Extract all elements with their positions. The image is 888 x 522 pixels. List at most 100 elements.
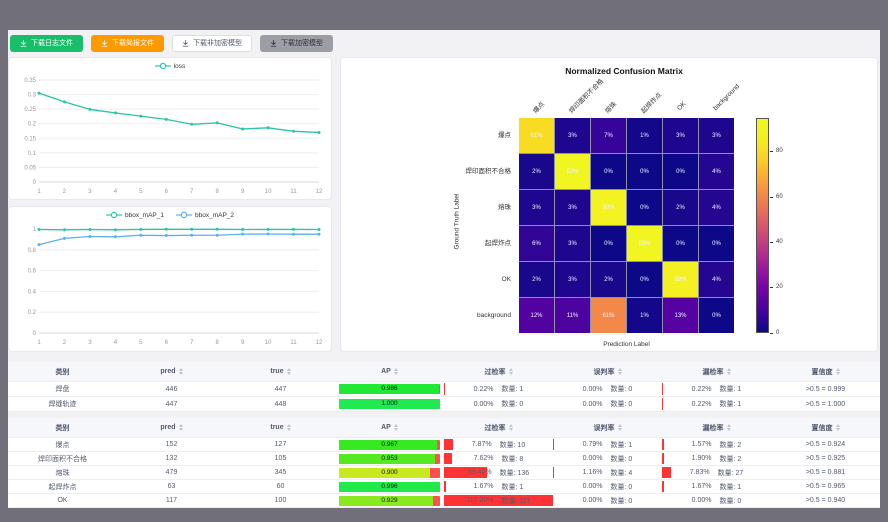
cell-ap: 0.900 [335, 466, 444, 479]
ap-value: 0.986 [339, 384, 440, 394]
col-header-label: 类别 [56, 367, 70, 377]
rate-percent: 0.00% [583, 483, 603, 490]
cell-ap: 0.929 [335, 494, 444, 507]
cell-over-rate: 1.67%数量: 1 [444, 480, 553, 493]
rate-percent: 0.00% [474, 401, 494, 408]
download-brief-file-button[interactable]: 下载简报文件 [91, 35, 164, 52]
col-header-pred[interactable]: pred [117, 362, 226, 381]
svg-text:12: 12 [316, 340, 323, 346]
col-header-ap[interactable]: AP [335, 418, 444, 437]
cell-over-rate: 0.22%数量: 1 [444, 382, 553, 396]
svg-text:8: 8 [216, 340, 220, 346]
cell-misjudge-rate: 0.00%数量: 0 [553, 480, 662, 493]
loss-chart-legend: loss [9, 62, 331, 70]
sort-icon [836, 424, 840, 431]
rate-count: 数量: 27 [718, 468, 744, 478]
colorbar-tick-mark [770, 333, 773, 334]
cell-class-name: 焊印面积不合格 [8, 452, 117, 465]
legend-label: bbox_mAP_2 [195, 212, 234, 219]
col-header-miss-rate[interactable]: 漏检率 [662, 418, 771, 437]
rate-percent: 0.00% [692, 497, 712, 504]
rate-count: 数量: 4 [611, 468, 633, 478]
svg-text:2: 2 [63, 340, 67, 346]
col-header-label: 过检率 [485, 367, 506, 377]
sort-icon [509, 368, 513, 375]
confusion-matrix-title: Normalized Confusion Matrix [444, 66, 804, 76]
cell-misjudge-rate: 0.79%数量: 1 [553, 438, 662, 451]
matrix-colorbar [756, 118, 769, 333]
col-header-pred[interactable]: pred [117, 418, 226, 437]
svg-text:0.8: 0.8 [28, 248, 37, 254]
cell-miss-rate: 7.83%数量: 27 [662, 466, 771, 479]
matrix-cell: 3% [555, 118, 590, 153]
sort-icon [179, 368, 183, 375]
legend-item-bbox_mAP_2[interactable]: bbox_mAP_2 [176, 211, 234, 219]
rate-percent: 0.00% [583, 497, 603, 504]
col-header-over-rate[interactable]: 过检率 [444, 362, 553, 381]
ap-bar-track: 1.000 [339, 399, 440, 409]
ap-value: 0.967 [339, 440, 440, 450]
cell-class-name: 焊缝轨迹 [8, 397, 117, 411]
legend-item-bbox_mAP_1[interactable]: bbox_mAP_1 [106, 211, 164, 219]
matrix-cell: 89% [663, 262, 698, 297]
ap-value: 1.000 [339, 399, 440, 409]
legend-item-loss[interactable]: loss [155, 62, 186, 70]
rate-values: 0.00%数量: 0 [692, 496, 742, 506]
matrix-cell: 3% [555, 226, 590, 261]
metrics-table-1: 类别predtrueAP过检率误判率漏检率置信度焊盘4464470.9860.2… [8, 362, 880, 412]
svg-text:0.2: 0.2 [28, 310, 37, 316]
col-header-misjudge-rate[interactable]: 误判率 [553, 362, 662, 381]
cell-ap: 1.000 [335, 397, 444, 411]
col-header-true[interactable]: true [226, 418, 335, 437]
download-unencrypted-model-button[interactable]: 下载非加密模型 [172, 35, 252, 52]
col-header-miss-rate[interactable]: 漏检率 [662, 362, 771, 381]
svg-text:0.4: 0.4 [28, 289, 37, 295]
cell-over-rate: 39.42%数量: 136 [444, 466, 553, 479]
cell-class-name: 熔珠 [8, 466, 117, 479]
table-header-row: 类别predtrueAP过检率误判率漏检率置信度 [8, 418, 880, 438]
matrix-cell: 3% [699, 118, 734, 153]
confusion-matrix-card: Normalized Confusion Matrix Ground Truth… [340, 57, 878, 352]
cell-miss-rate: 1.57%数量: 2 [662, 438, 771, 451]
line-series-icon [106, 211, 122, 219]
col-header-true[interactable]: true [226, 362, 335, 381]
legend-label: bbox_mAP_1 [125, 212, 164, 219]
rate-values: 1.16%数量: 4 [583, 468, 633, 478]
matrix-cell: 93% [627, 226, 662, 261]
rate-count: 数量: 0 [502, 399, 524, 409]
col-header-class: 类别 [8, 362, 117, 381]
colorbar-tick-mark [770, 197, 773, 198]
cell-true-count: 100 [226, 494, 335, 507]
table-row: 焊缝轨迹4474481.0000.00%数量: 00.00%数量: 00.22%… [8, 397, 880, 412]
download-icon [182, 40, 189, 47]
table-header-row: 类别 predtrueAP 过检率 误判率 漏检率 置信度 [8, 362, 880, 382]
col-header-over-rate[interactable]: 过检率 [444, 418, 553, 437]
colorbar-tick-label: 60 [776, 194, 783, 200]
rate-percent: 1.67% [692, 483, 712, 490]
cell-confidence: >0.5 = 0.881 [771, 466, 880, 479]
col-header-label: 漏检率 [703, 367, 724, 377]
download-log-file-button[interactable]: 下载日志文件 [10, 35, 83, 52]
col-header-confidence[interactable]: 置信度 [771, 362, 880, 381]
matrix-cell: 0% [699, 298, 734, 333]
matrix-cell: 1% [627, 118, 662, 153]
col-header-confidence[interactable]: 置信度 [771, 418, 880, 437]
download-encrypted-model-button[interactable]: 下载加密模型 [260, 35, 333, 52]
svg-text:6: 6 [165, 340, 169, 346]
matrix-col-label: OK [676, 100, 688, 112]
sort-icon [836, 368, 840, 375]
svg-text:0.3: 0.3 [28, 93, 37, 99]
metrics-table-2: 类别predtrueAP过检率误判率漏检率置信度爆点1521270.9677.8… [8, 418, 880, 508]
sort-icon [509, 424, 513, 431]
col-header-ap[interactable]: AP [335, 362, 444, 381]
cell-true-count: 60 [226, 480, 335, 493]
matrix-cell: 2% [519, 154, 554, 189]
rate-percent: 0.22% [692, 401, 712, 408]
line-series-icon [176, 211, 192, 219]
cell-over-rate: 7.62%数量: 8 [444, 452, 553, 465]
table-row: 焊印面积不合格1321050.9537.62%数量: 80.00%数量: 01.… [8, 452, 880, 466]
rate-percent: 0.00% [583, 455, 603, 462]
svg-text:0: 0 [33, 180, 37, 186]
sort-icon [287, 368, 291, 375]
col-header-misjudge-rate[interactable]: 误判率 [553, 418, 662, 437]
